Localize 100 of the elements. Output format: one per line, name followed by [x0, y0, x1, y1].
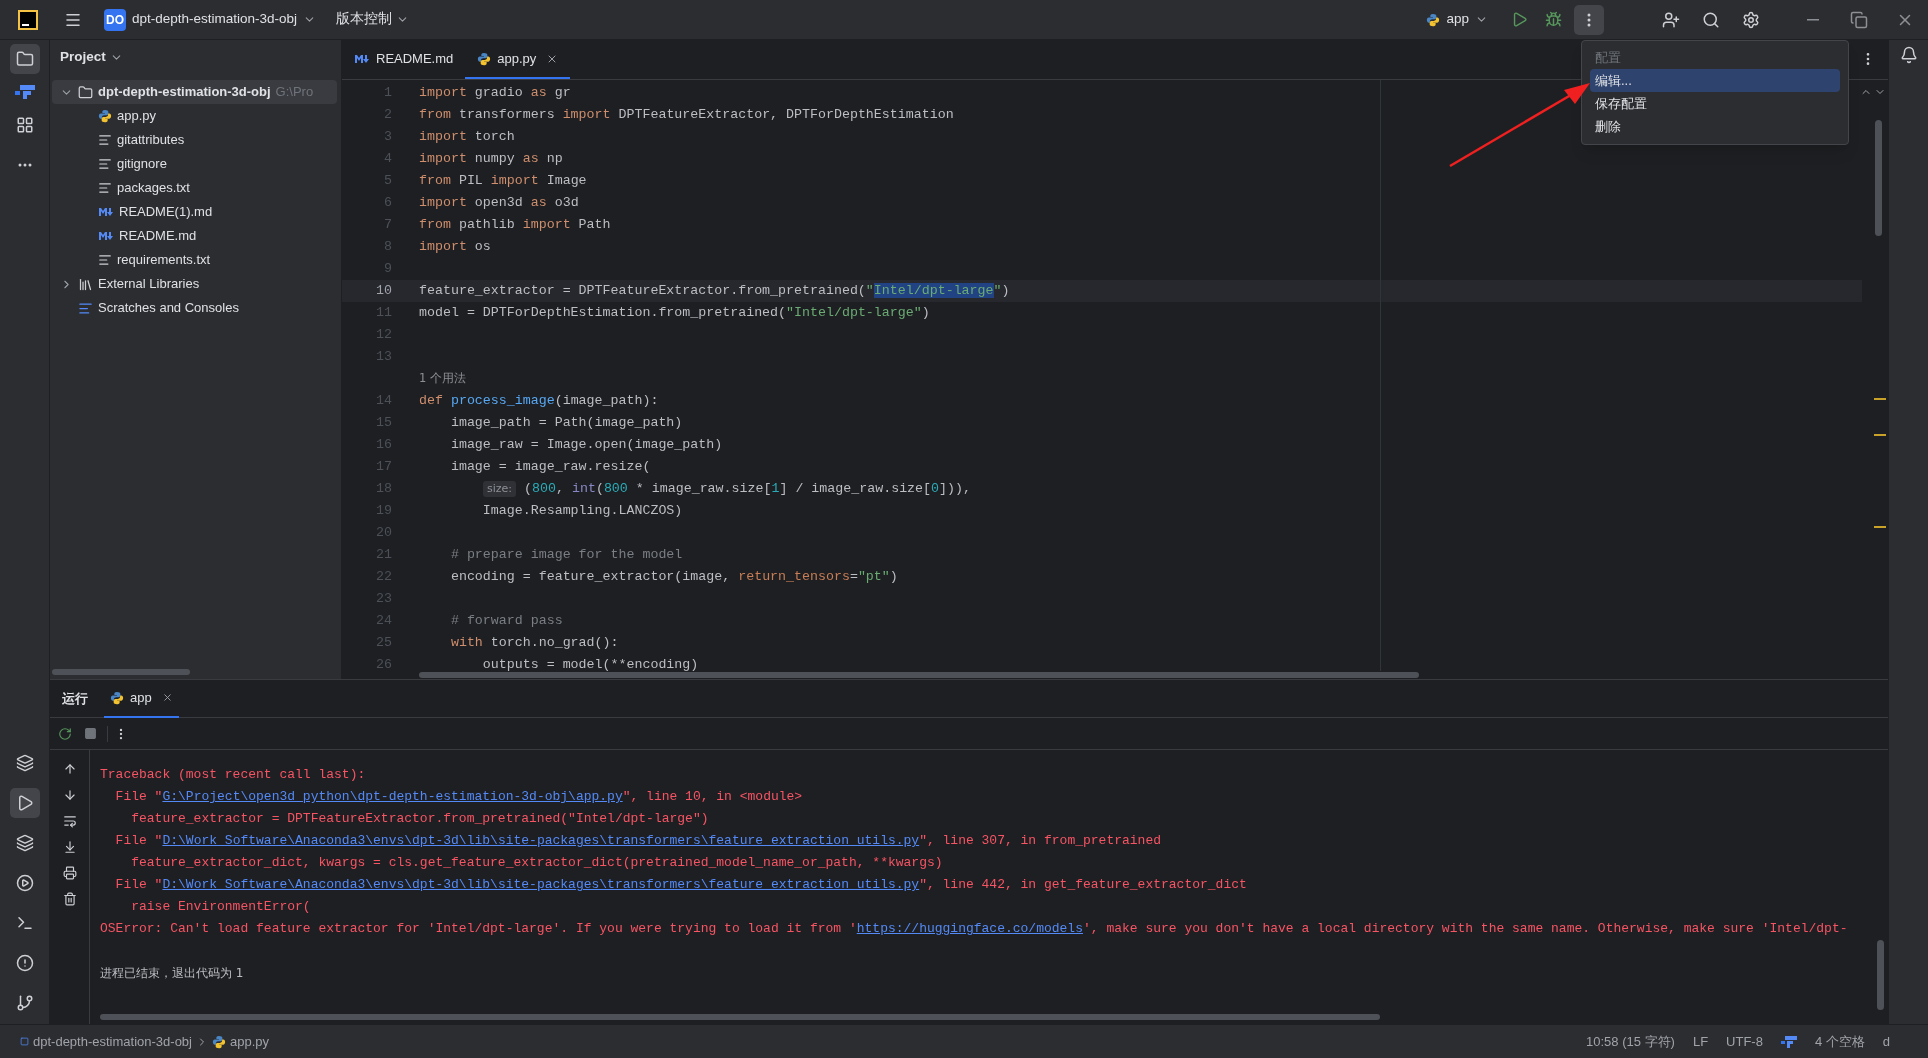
scroll-to-end-icon[interactable] [62, 840, 77, 854]
scrollbar-thumb[interactable] [52, 669, 190, 675]
markdown-icon [354, 53, 370, 64]
error-text: File " [114, 788, 163, 807]
warning-marker[interactable] [1874, 434, 1886, 436]
error-text: ', make sure you don't have a local directory with the same name. Otherwise, make sure 'Intel/dpt- [1083, 920, 1848, 939]
status-item[interactable]: UTF-8 [1726, 1031, 1763, 1052]
vcs-menu[interactable]: 版本控制 [336, 9, 410, 30]
code-text: image_path = Path(image_path) [449, 414, 683, 433]
file-link[interactable]: G:\Project\open3d_python\dpt-depth-estimation-3d-obj\app.py [162, 787, 623, 807]
project-badge: DO [104, 8, 126, 31]
project-tool-button[interactable] [9, 44, 40, 74]
status-item[interactable]: 4 个空格 [1814, 1031, 1865, 1052]
interpreter-icon[interactable] [1780, 1035, 1797, 1048]
tree-item[interactable]: README(1).md [52, 200, 337, 224]
editor-tab[interactable]: README.md [342, 40, 466, 79]
python-icon [212, 1034, 226, 1049]
run-config-selector[interactable]: app [1422, 4, 1492, 35]
module-icon [20, 1037, 29, 1046]
warning-marker[interactable] [1874, 398, 1886, 400]
trash-icon[interactable] [62, 892, 77, 906]
error-text: raise EnvironmentError( [130, 898, 311, 917]
exit-message: 进程已结束，退出代码为 1 [100, 965, 244, 982]
wrap-icon[interactable] [62, 814, 77, 828]
code-text: import torch [419, 128, 515, 147]
file-link[interactable]: D:\Work_Software\Anaconda3\envs\dpt-3d\lib\site-packages\transformers\feature_extraction_utils.py [162, 875, 920, 895]
status-item[interactable]: 10:58 (15 字符) [1586, 1031, 1675, 1052]
warning-marker[interactable] [1874, 526, 1886, 528]
notifications-icon[interactable] [1899, 46, 1918, 64]
down-arrow-icon[interactable] [62, 788, 77, 802]
error-text: File " [114, 832, 163, 851]
bug-icon [1544, 11, 1562, 28]
error-text: Traceback (most recent call last): [100, 766, 366, 785]
tree-item[interactable]: External Libraries [52, 272, 337, 296]
tree-item[interactable]: app.py [52, 104, 337, 128]
tree-item[interactable]: README.md [52, 224, 337, 248]
tree-item[interactable]: gitignore [52, 152, 337, 176]
tree-item[interactable]: gitattributes [52, 128, 337, 152]
code-text: # forward pass [449, 612, 563, 631]
file-link[interactable]: D:\Work_Software\Anaconda3\envs\dpt-3d\lib\site-packages\transformers\feature_extraction_utils.py [162, 831, 920, 851]
code-text: encoding = feature_extractor(image, return_tensors="pt") [449, 568, 898, 587]
packages-icon [15, 834, 34, 852]
code-text: from transformers import DPTFeatureExtractor, DPTForDepthEstimation [419, 106, 954, 125]
rerun-icon[interactable] [58, 726, 72, 741]
code-text: image_raw = Image.open(image_path) [449, 436, 723, 455]
breadcrumb[interactable]: app.py [230, 1031, 270, 1052]
scrollbar-thumb[interactable] [1875, 120, 1882, 236]
scratches-icon [78, 300, 93, 316]
inlay-hint: size: [483, 480, 517, 498]
project-tool-icon [15, 50, 34, 68]
commit-icon[interactable] [14, 84, 35, 100]
breadcrumb[interactable]: dpt-depth-estimation-3d-obj [33, 1031, 192, 1052]
scrollbar-thumb[interactable] [100, 1014, 1380, 1020]
run-tool-button[interactable] [9, 788, 40, 818]
error-text: ", line 307, in from_pretrained [919, 832, 1161, 851]
menu-item[interactable]: 编辑... [1590, 69, 1840, 92]
folder-icon [78, 84, 93, 100]
terminal-icon [15, 914, 34, 932]
markdown-icon [98, 207, 114, 217]
code-text: from PIL import Image [419, 172, 587, 191]
menu-item[interactable]: 删除 [1590, 115, 1840, 138]
file-link[interactable]: https://huggingface.co/models [856, 919, 1083, 939]
problems-icon [15, 954, 34, 972]
python-icon [98, 109, 112, 123]
more-icon [1587, 12, 1591, 27]
code-text: image = image_raw.resize( [449, 458, 651, 477]
status-item[interactable]: LF [1692, 1031, 1709, 1052]
project-switcher[interactable]: DO dpt-depth-estimation-3d-obj [100, 4, 321, 35]
text-file-icon [98, 253, 112, 267]
status-item[interactable]: d [1882, 1031, 1890, 1052]
code-text: def process_image(image_path): [419, 392, 659, 411]
tree-item[interactable]: Scratches and Consoles [52, 296, 337, 320]
menu-item[interactable]: 保存配置 [1590, 92, 1840, 115]
folder-path: G:\Pro [275, 83, 314, 102]
tree-item[interactable]: dpt-depth-estimation-3d-obj G:\Pro [52, 80, 337, 104]
code-text: import numpy as np [419, 150, 563, 169]
more-tools-icon [17, 163, 32, 167]
print-icon[interactable] [62, 866, 77, 880]
minimize-icon [1807, 18, 1819, 21]
more-button[interactable] [1574, 4, 1604, 35]
scrollbar-thumb[interactable] [419, 672, 1419, 678]
tree-item[interactable]: requirements.txt [52, 248, 337, 272]
close-tab-icon[interactable] [161, 692, 173, 703]
scrollbar-thumb[interactable] [1877, 940, 1884, 1010]
code-text: outputs = model(**encoding) [481, 656, 699, 675]
python-icon [477, 51, 492, 66]
line-number: 10 [375, 282, 392, 301]
run-tab[interactable]: app [104, 679, 179, 718]
usage-hint[interactable]: 1 个用法 [419, 370, 466, 388]
tree-item[interactable]: packages.txt [52, 176, 337, 200]
code-text: import os [419, 238, 491, 257]
up-arrow-icon[interactable] [62, 762, 77, 776]
code-text: from pathlib import Path [419, 216, 611, 235]
error-text: OSError: Can't load feature extractor for 'Intel/dpt-large'. If you were trying to load it from ' [100, 920, 857, 939]
app-logo [18, 9, 38, 30]
editor-tab[interactable]: app.py [465, 40, 571, 79]
code-text: import gradio as gr [419, 84, 571, 103]
stop-icon[interactable] [84, 727, 97, 740]
services-icon [15, 874, 34, 892]
restore-icon [1850, 10, 1868, 29]
